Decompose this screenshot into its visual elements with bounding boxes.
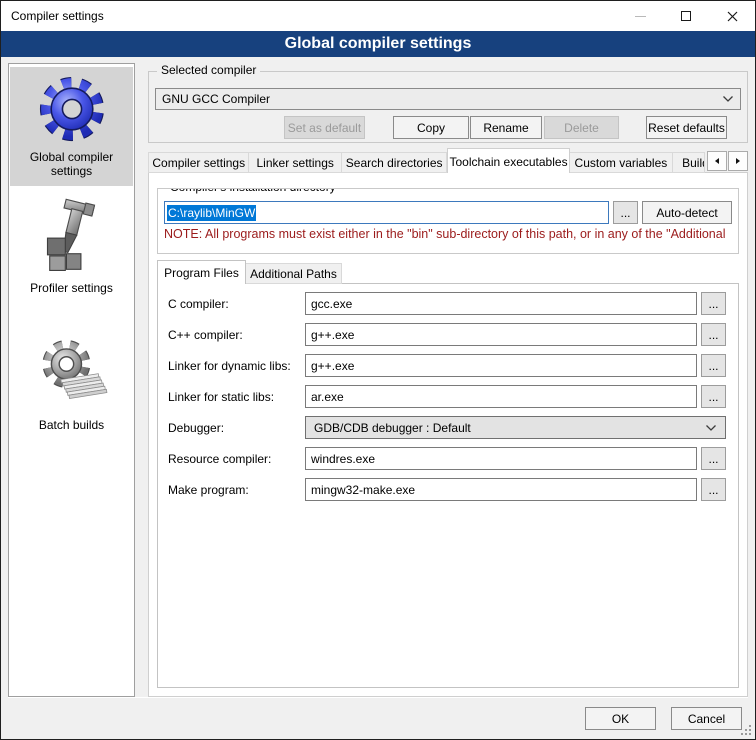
linker-dynamic-label: Linker for dynamic libs: [168, 359, 305, 373]
gear-blue-icon [36, 73, 108, 145]
group-label: Selected compiler [157, 63, 260, 77]
set-as-default-button[interactable]: Set as default [284, 116, 365, 139]
tab-linker-settings[interactable]: Linker settings [249, 152, 341, 173]
installation-directory-input[interactable]: C:\raylib\MinGW [164, 201, 609, 224]
compiler-select[interactable]: GNU GCC Compiler [155, 88, 741, 110]
field-row: Resource compiler: ... [168, 447, 726, 470]
sidebar-item-batch-builds[interactable]: Batch builds [10, 329, 133, 440]
program-files-panel: C compiler: ... C++ compiler: ... Linker… [157, 283, 739, 688]
tab-scroll-right-button[interactable] [728, 151, 748, 171]
sidebar-item-label: Profiler settings [12, 281, 131, 295]
debugger-label: Debugger: [168, 421, 305, 435]
resource-compiler-input[interactable] [305, 447, 697, 470]
field-row: Debugger: GDB/CDB debugger : Default [168, 416, 726, 439]
maximize-button[interactable] [663, 1, 709, 31]
cpp-compiler-browse-button[interactable]: ... [701, 323, 726, 346]
compiler-select-value: GNU GCC Compiler [162, 92, 722, 106]
cpp-compiler-label: C++ compiler: [168, 328, 305, 342]
installation-directory-value: C:\raylib\MinGW [167, 205, 256, 221]
debugger-select-value: GDB/CDB debugger : Default [314, 421, 705, 435]
resource-compiler-browse-button[interactable]: ... [701, 447, 726, 470]
tab-program-files[interactable]: Program Files [157, 260, 246, 284]
tab-compiler-settings[interactable]: Compiler settings [148, 152, 249, 173]
linker-static-input[interactable] [305, 385, 697, 408]
field-row: Linker for static libs: ... [168, 385, 726, 408]
footer-divider [8, 697, 748, 698]
c-compiler-label: C compiler: [168, 297, 305, 311]
toolchain-executables-page: Compiler's installation directory C:\ray… [148, 172, 748, 697]
program-files-tab-bar: Program Files Additional Paths [157, 260, 739, 284]
copy-button[interactable]: Copy [393, 116, 469, 139]
tab-custom-variables[interactable]: Custom variables [570, 152, 673, 173]
arrow-left-icon [713, 157, 721, 165]
selected-compiler-group: Selected compiler GNU GCC Compiler Set a… [148, 71, 748, 143]
installation-directory-group: Compiler's installation directory C:\ray… [157, 188, 739, 254]
window-title: Compiler settings [1, 9, 617, 23]
rename-button[interactable]: Rename [470, 116, 542, 139]
main-tab-bar: Compiler settings Linker settings Search… [148, 148, 748, 173]
tab-search-directories[interactable]: Search directories [342, 152, 447, 173]
linker-static-label: Linker for static libs: [168, 390, 305, 404]
auto-detect-button[interactable]: Auto-detect [642, 201, 732, 224]
browse-directory-button[interactable]: ... [613, 201, 638, 224]
caliper-icon [36, 198, 108, 276]
resource-compiler-label: Resource compiler: [168, 452, 305, 466]
cpp-compiler-input[interactable] [305, 323, 697, 346]
field-row: C++ compiler: ... [168, 323, 726, 346]
installation-note: NOTE: All programs must exist either in … [164, 227, 732, 241]
tab-build-options[interactable]: Build options [673, 152, 705, 173]
maximize-icon [681, 11, 691, 21]
page-title: Global compiler settings [1, 31, 755, 57]
debugger-select[interactable]: GDB/CDB debugger : Default [305, 416, 726, 439]
field-row: C compiler: ... [168, 292, 726, 315]
field-row: Linker for dynamic libs: ... [168, 354, 726, 377]
sidebar-item-label: Global compiler settings [12, 150, 131, 178]
c-compiler-browse-button[interactable]: ... [701, 292, 726, 315]
make-program-input[interactable] [305, 478, 697, 501]
titlebar: Compiler settings [1, 1, 755, 31]
tab-scroll-left-button[interactable] [707, 151, 727, 171]
ok-button[interactable]: OK [585, 707, 656, 730]
delete-button[interactable]: Delete [544, 116, 619, 139]
arrow-right-icon [734, 157, 742, 165]
tab-toolchain-executables[interactable]: Toolchain executables [447, 148, 569, 173]
minimize-icon [635, 16, 646, 17]
make-program-label: Make program: [168, 483, 305, 497]
linker-dynamic-browse-button[interactable]: ... [701, 354, 726, 377]
linker-static-browse-button[interactable]: ... [701, 385, 726, 408]
sidebar-item-global-compiler-settings[interactable]: Global compiler settings [10, 67, 133, 186]
sidebar-item-profiler-settings[interactable]: Profiler settings [10, 192, 133, 303]
c-compiler-input[interactable] [305, 292, 697, 315]
minimize-button[interactable] [617, 1, 663, 31]
tab-additional-paths[interactable]: Additional Paths [246, 263, 342, 284]
compiler-settings-dialog: Compiler settings Global compiler settin… [0, 0, 756, 740]
reset-defaults-button[interactable]: Reset defaults [646, 116, 727, 139]
gear-stack-icon [36, 335, 108, 413]
cancel-button[interactable]: Cancel [671, 707, 742, 730]
linker-dynamic-input[interactable] [305, 354, 697, 377]
chevron-down-icon [722, 95, 734, 103]
make-program-browse-button[interactable]: ... [701, 478, 726, 501]
close-icon [727, 11, 738, 22]
field-row: Make program: ... [168, 478, 726, 501]
dialog-footer: OK Cancel [1, 697, 755, 739]
group-label: Compiler's installation directory [166, 188, 340, 194]
settings-category-list: Global compiler settings Profiler settin… [8, 63, 135, 697]
resize-grip[interactable] [741, 725, 752, 736]
chevron-down-icon [705, 424, 717, 432]
sidebar-item-label: Batch builds [12, 418, 131, 432]
close-button[interactable] [709, 1, 755, 31]
